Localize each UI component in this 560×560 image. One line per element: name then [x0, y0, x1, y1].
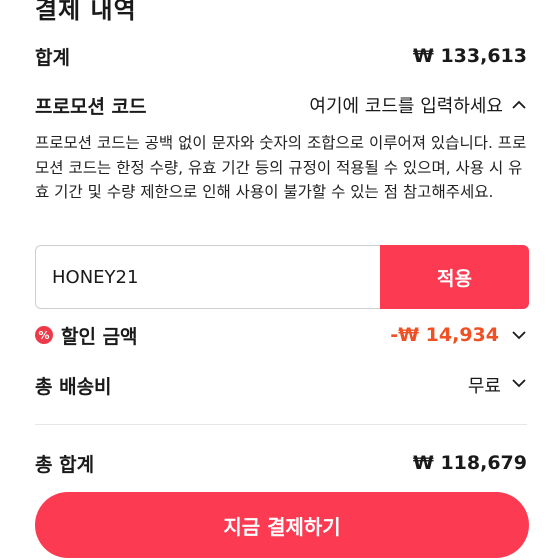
discount-label: 할인 금액: [61, 325, 138, 348]
discount-value: -₩ 14,934: [390, 324, 499, 346]
promo-code-form: 적용: [35, 245, 529, 309]
chevron-down-icon[interactable]: [511, 327, 527, 343]
promo-code-input[interactable]: [35, 245, 380, 309]
total-value: ₩ 118,679: [412, 452, 527, 474]
total-row: 총 합계 ₩ 118,679: [35, 447, 527, 479]
shipping-value: 무료: [467, 376, 501, 397]
subtotal-row: 합계 ₩ 133,613: [35, 40, 527, 72]
percent-badge-icon: %: [35, 326, 53, 344]
divider: [35, 424, 527, 425]
apply-button[interactable]: 적용: [380, 245, 529, 309]
shipping-label: 총 배송비: [35, 375, 112, 398]
chevron-down-icon[interactable]: [511, 377, 527, 393]
promo-code-label: 프로모션 코드: [35, 95, 147, 118]
discount-row[interactable]: % 할인 금액 -₩ 14,934: [35, 318, 527, 352]
promo-code-description: 프로모션 코드는 공백 없이 문자와 숫자의 조합으로 이루어져 있습니다. 프…: [35, 134, 527, 201]
page-title: 결제 내역: [35, 0, 137, 24]
chevron-up-icon[interactable]: [511, 97, 527, 113]
promo-code-toggle[interactable]: 프로모션 코드 여기에 코드를 입력하세요: [35, 89, 527, 121]
subtotal-value: ₩ 133,613: [412, 45, 527, 67]
promo-code-hint: 여기에 코드를 입력하세요: [309, 96, 503, 117]
subtotal-label: 합계: [35, 46, 70, 69]
pay-now-button[interactable]: 지금 결제하기: [35, 492, 529, 558]
shipping-row[interactable]: 총 배송비 무료: [35, 369, 527, 401]
total-label: 총 합계: [35, 453, 95, 476]
